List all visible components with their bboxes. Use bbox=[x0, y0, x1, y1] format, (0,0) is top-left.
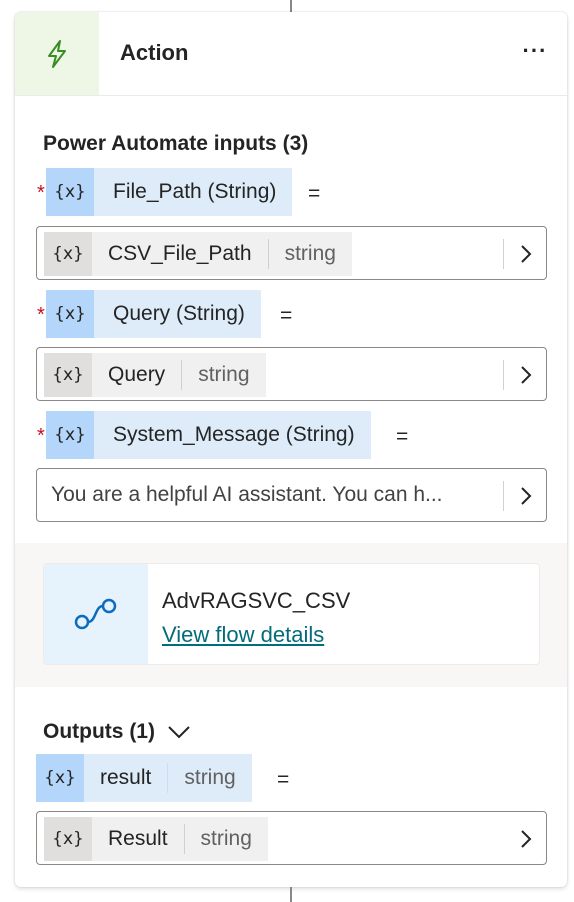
flow-name: AdvRAGSVC_CSV bbox=[162, 588, 351, 613]
system-message-input[interactable]: You are a helpful AI assistant. You can … bbox=[36, 468, 547, 522]
value-type: string bbox=[198, 363, 250, 386]
chevron-right-icon bbox=[521, 830, 532, 848]
required-marker: * bbox=[37, 182, 45, 204]
divider bbox=[503, 239, 504, 269]
chevron-down-icon bbox=[168, 726, 190, 739]
required-marker: * bbox=[37, 425, 45, 447]
param-label: System_Message (String) bbox=[113, 423, 355, 446]
flow-section: AdvRAGSVC_CSV View flow details bbox=[15, 543, 567, 687]
param-file-path: {x} File_Path (String) bbox=[46, 168, 293, 216]
value-type: string bbox=[200, 827, 252, 850]
chevron-right-button[interactable] bbox=[511, 820, 541, 858]
flow-icon-box bbox=[44, 564, 148, 664]
equals-sign: = bbox=[277, 768, 290, 791]
value-type: string bbox=[284, 242, 336, 265]
output-variable-type: string bbox=[184, 766, 236, 789]
view-flow-details-link[interactable]: View flow details bbox=[162, 622, 324, 648]
chevron-right-icon bbox=[521, 487, 532, 505]
output-result-input[interactable]: {x} Result string bbox=[36, 811, 547, 865]
system-message-value[interactable]: You are a helpful AI assistant. You can … bbox=[51, 483, 443, 507]
equals-sign: = bbox=[308, 182, 321, 205]
file-path-input[interactable]: {x} CSV_File_Path string bbox=[36, 226, 547, 280]
flow-icon bbox=[74, 598, 117, 630]
chevron-right-button[interactable] bbox=[511, 477, 541, 515]
value-chip[interactable]: {x} Result string bbox=[44, 817, 268, 861]
equals-sign: = bbox=[280, 304, 293, 327]
variable-icon: {x} bbox=[44, 353, 92, 397]
chevron-right-button[interactable] bbox=[511, 356, 541, 394]
card-title: Action bbox=[120, 40, 189, 65]
param-query: {x} Query (String) bbox=[46, 290, 261, 338]
param-label: Query (String) bbox=[113, 302, 245, 325]
value-chip[interactable]: {x} Query string bbox=[44, 353, 266, 397]
param-label: File_Path (String) bbox=[113, 180, 277, 203]
required-marker: * bbox=[37, 304, 45, 326]
lightning-bolt-icon bbox=[48, 39, 66, 68]
variable-icon: {x} bbox=[46, 290, 94, 338]
connector-line-bottom bbox=[290, 887, 292, 902]
variable-icon: {x} bbox=[44, 817, 92, 861]
value-chip[interactable]: {x} CSV_File_Path string bbox=[44, 232, 352, 276]
chevron-right-button[interactable] bbox=[511, 235, 541, 273]
param-system-message: {x} System_Message (String) bbox=[46, 411, 371, 459]
action-card: Action ··· Power Automate inputs (3) * {… bbox=[15, 12, 567, 887]
variable-icon: {x} bbox=[44, 232, 92, 276]
value-name: CSV_File_Path bbox=[108, 242, 252, 265]
flow-card: AdvRAGSVC_CSV View flow details bbox=[43, 563, 540, 665]
output-variable-name: result bbox=[100, 766, 152, 789]
connector-line-top bbox=[290, 0, 292, 12]
value-name: Query bbox=[108, 363, 166, 386]
equals-sign: = bbox=[396, 425, 409, 448]
outputs-section-header[interactable]: Outputs (1) bbox=[43, 720, 191, 744]
chevron-right-icon bbox=[521, 366, 532, 384]
value-name: Result bbox=[108, 827, 168, 850]
outputs-section-title: Outputs (1) bbox=[43, 720, 155, 743]
divider bbox=[503, 360, 504, 390]
output-variable-chip: {x} result string bbox=[36, 754, 252, 802]
chevron-right-icon bbox=[521, 245, 532, 263]
inputs-section-title: Power Automate inputs (3) bbox=[43, 132, 309, 155]
query-input[interactable]: {x} Query string bbox=[36, 347, 547, 401]
variable-icon: {x} bbox=[36, 754, 84, 802]
divider bbox=[503, 481, 504, 511]
card-header: Action ··· bbox=[15, 12, 567, 96]
action-icon-box bbox=[15, 12, 99, 95]
variable-icon: {x} bbox=[46, 168, 94, 216]
variable-icon: {x} bbox=[46, 411, 94, 459]
more-options-button[interactable]: ··· bbox=[522, 36, 548, 66]
